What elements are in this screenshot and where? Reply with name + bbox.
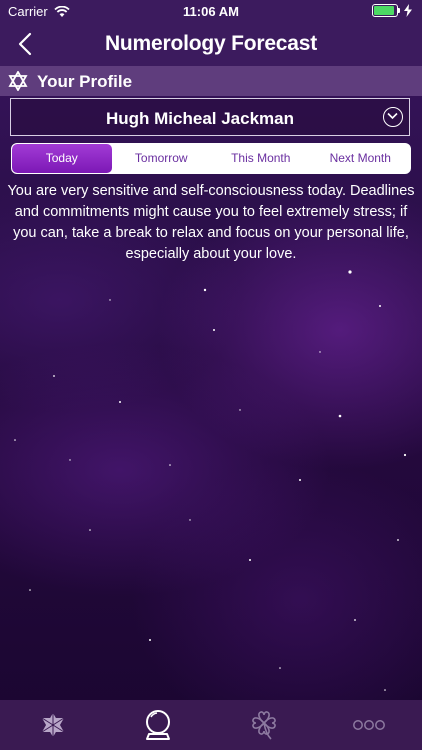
tab-tomorrow[interactable]: Tomorrow [112, 144, 212, 173]
profile-header: Your Profile [0, 66, 422, 96]
forecast-text: You are very sensitive and self-consciou… [7, 183, 415, 262]
page-title: Numerology Forecast [104, 32, 318, 55]
four-leaf-clover-icon [251, 711, 276, 740]
profile-name: Hugh Micheal Jackman [105, 109, 294, 128]
status-right [372, 4, 412, 17]
hexagram-icon [41, 713, 65, 737]
tab-clover[interactable] [211, 700, 317, 750]
tab-this-month[interactable]: This Month [211, 144, 311, 173]
profile-name-selector[interactable]: Hugh Micheal Jackman [10, 98, 410, 136]
profile-label: Your Profile [37, 72, 133, 91]
navigation-bar: Numerology Forecast [0, 22, 422, 66]
star-of-david-icon [8, 71, 28, 91]
status-bar: Carrier 11:06 AM [0, 0, 422, 22]
tab-crystal-ball[interactable] [106, 700, 212, 750]
forecast-period-tabs: Today Tomorrow This Month Next Month [11, 143, 411, 174]
tab-next-month[interactable]: Next Month [311, 144, 411, 173]
tab-more[interactable] [317, 700, 422, 750]
charging-bolt-icon [404, 4, 412, 17]
crystal-ball-icon [146, 710, 171, 740]
chevron-down-circle-icon[interactable] [383, 107, 403, 127]
battery-icon [372, 4, 400, 17]
tab-bar [0, 700, 422, 750]
more-icon [353, 720, 386, 730]
tab-today[interactable]: Today [12, 144, 112, 173]
tab-hexagram[interactable] [0, 700, 106, 750]
status-time: 11:06 AM [183, 4, 239, 19]
